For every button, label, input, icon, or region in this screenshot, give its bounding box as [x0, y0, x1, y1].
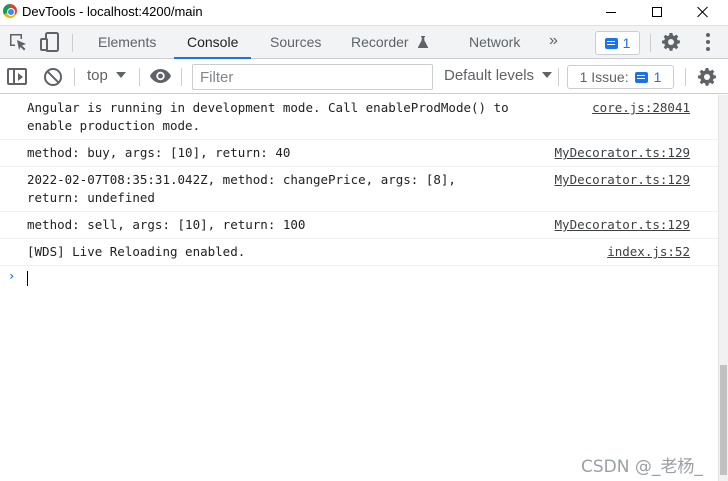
kebab-menu-icon[interactable] [701, 33, 715, 53]
context-value: top [87, 67, 108, 84]
tab-recorder[interactable]: Recorder [351, 26, 429, 59]
console-message-text: 2022-02-07T08:35:31.042Z, method: change… [27, 172, 456, 205]
toolbar-divider [139, 68, 140, 86]
chevron-down-icon [542, 72, 553, 78]
console-message: 2022-02-07T08:35:31.042Z, method: change… [0, 167, 728, 212]
chevron-down-icon [115, 72, 126, 78]
console-message-text: Angular is running in development mode. … [27, 100, 517, 133]
toolbar-divider [685, 68, 686, 86]
console-message: method: buy, args: [10], return: 40 MyDe… [0, 140, 728, 167]
tab-elements[interactable]: Elements [98, 26, 156, 59]
close-button[interactable] [680, 0, 726, 24]
issues-count: 1 [653, 69, 662, 85]
settings-gear-icon[interactable] [661, 32, 681, 52]
tab-recorder-label: Recorder [351, 34, 409, 50]
scrollbar-thumb[interactable] [720, 365, 727, 475]
sidebar-toggle-icon[interactable] [7, 68, 27, 85]
tab-sources[interactable]: Sources [270, 26, 321, 59]
console-settings-gear-icon[interactable] [697, 67, 717, 87]
console-toolbar: top Default levels 1 Issue: 1 [0, 60, 728, 94]
prompt-chevron-icon: › [8, 269, 16, 283]
maximize-icon [652, 7, 662, 17]
text-cursor [27, 271, 28, 286]
issues-button[interactable]: 1 Issue: 1 [567, 65, 674, 89]
source-link[interactable]: MyDecorator.ts:129 [555, 144, 690, 162]
console-prompt[interactable]: › [0, 266, 728, 290]
devtools-tab-bar: Elements Console Sources Recorder Networ… [0, 25, 728, 59]
maximize-button[interactable] [634, 0, 680, 24]
close-icon [697, 6, 709, 18]
toolbar-divider [650, 34, 651, 52]
flask-icon [418, 36, 429, 48]
log-levels-value: Default levels [444, 67, 535, 84]
console-message-text: [WDS] Live Reloading enabled. [27, 244, 246, 259]
log-levels-selector[interactable]: Default levels [444, 67, 553, 84]
console-output: Angular is running in development mode. … [0, 95, 728, 481]
chat-icon [604, 37, 618, 49]
source-link[interactable]: MyDecorator.ts:129 [555, 216, 690, 234]
source-link[interactable]: index.js:52 [607, 243, 690, 261]
source-link[interactable]: MyDecorator.ts:129 [555, 171, 690, 189]
watermark: CSDN @_老杨_ [581, 457, 703, 477]
toolbar-divider [72, 34, 73, 52]
more-tabs-button[interactable]: » [549, 32, 558, 50]
device-toolbar-icon[interactable] [39, 31, 61, 53]
console-message: method: sell, args: [10], return: 100 My… [0, 212, 728, 239]
chat-icon [634, 71, 648, 83]
issues-label: 1 Issue: [579, 69, 629, 85]
console-message-text: method: sell, args: [10], return: 100 [27, 217, 306, 232]
chrome-logo-icon [3, 4, 17, 18]
console-message: [WDS] Live Reloading enabled. index.js:5… [0, 239, 728, 266]
context-selector[interactable]: top [87, 67, 126, 84]
toolbar-divider [181, 68, 182, 86]
clear-console-icon[interactable] [44, 68, 62, 86]
message-count: 1 [622, 35, 631, 51]
tab-network[interactable]: Network [469, 26, 520, 59]
inspect-element-icon[interactable] [7, 31, 29, 53]
tab-console[interactable]: Console [174, 26, 252, 59]
minimize-icon [606, 11, 616, 13]
toolbar-divider [74, 68, 75, 86]
toolbar-divider [558, 68, 559, 86]
console-message-text: method: buy, args: [10], return: 40 [27, 145, 291, 160]
console-scrollbar[interactable] [718, 95, 728, 481]
console-message: Angular is running in development mode. … [0, 95, 728, 140]
window-titlebar: DevTools - localhost:4200/main [0, 0, 728, 24]
eye-icon[interactable] [150, 69, 171, 83]
filter-input[interactable] [192, 64, 433, 90]
minimize-button[interactable] [588, 0, 634, 24]
window-title: DevTools - localhost:4200/main [22, 4, 203, 19]
messages-badge-button[interactable]: 1 [595, 31, 640, 55]
source-link[interactable]: core.js:28041 [592, 99, 690, 117]
